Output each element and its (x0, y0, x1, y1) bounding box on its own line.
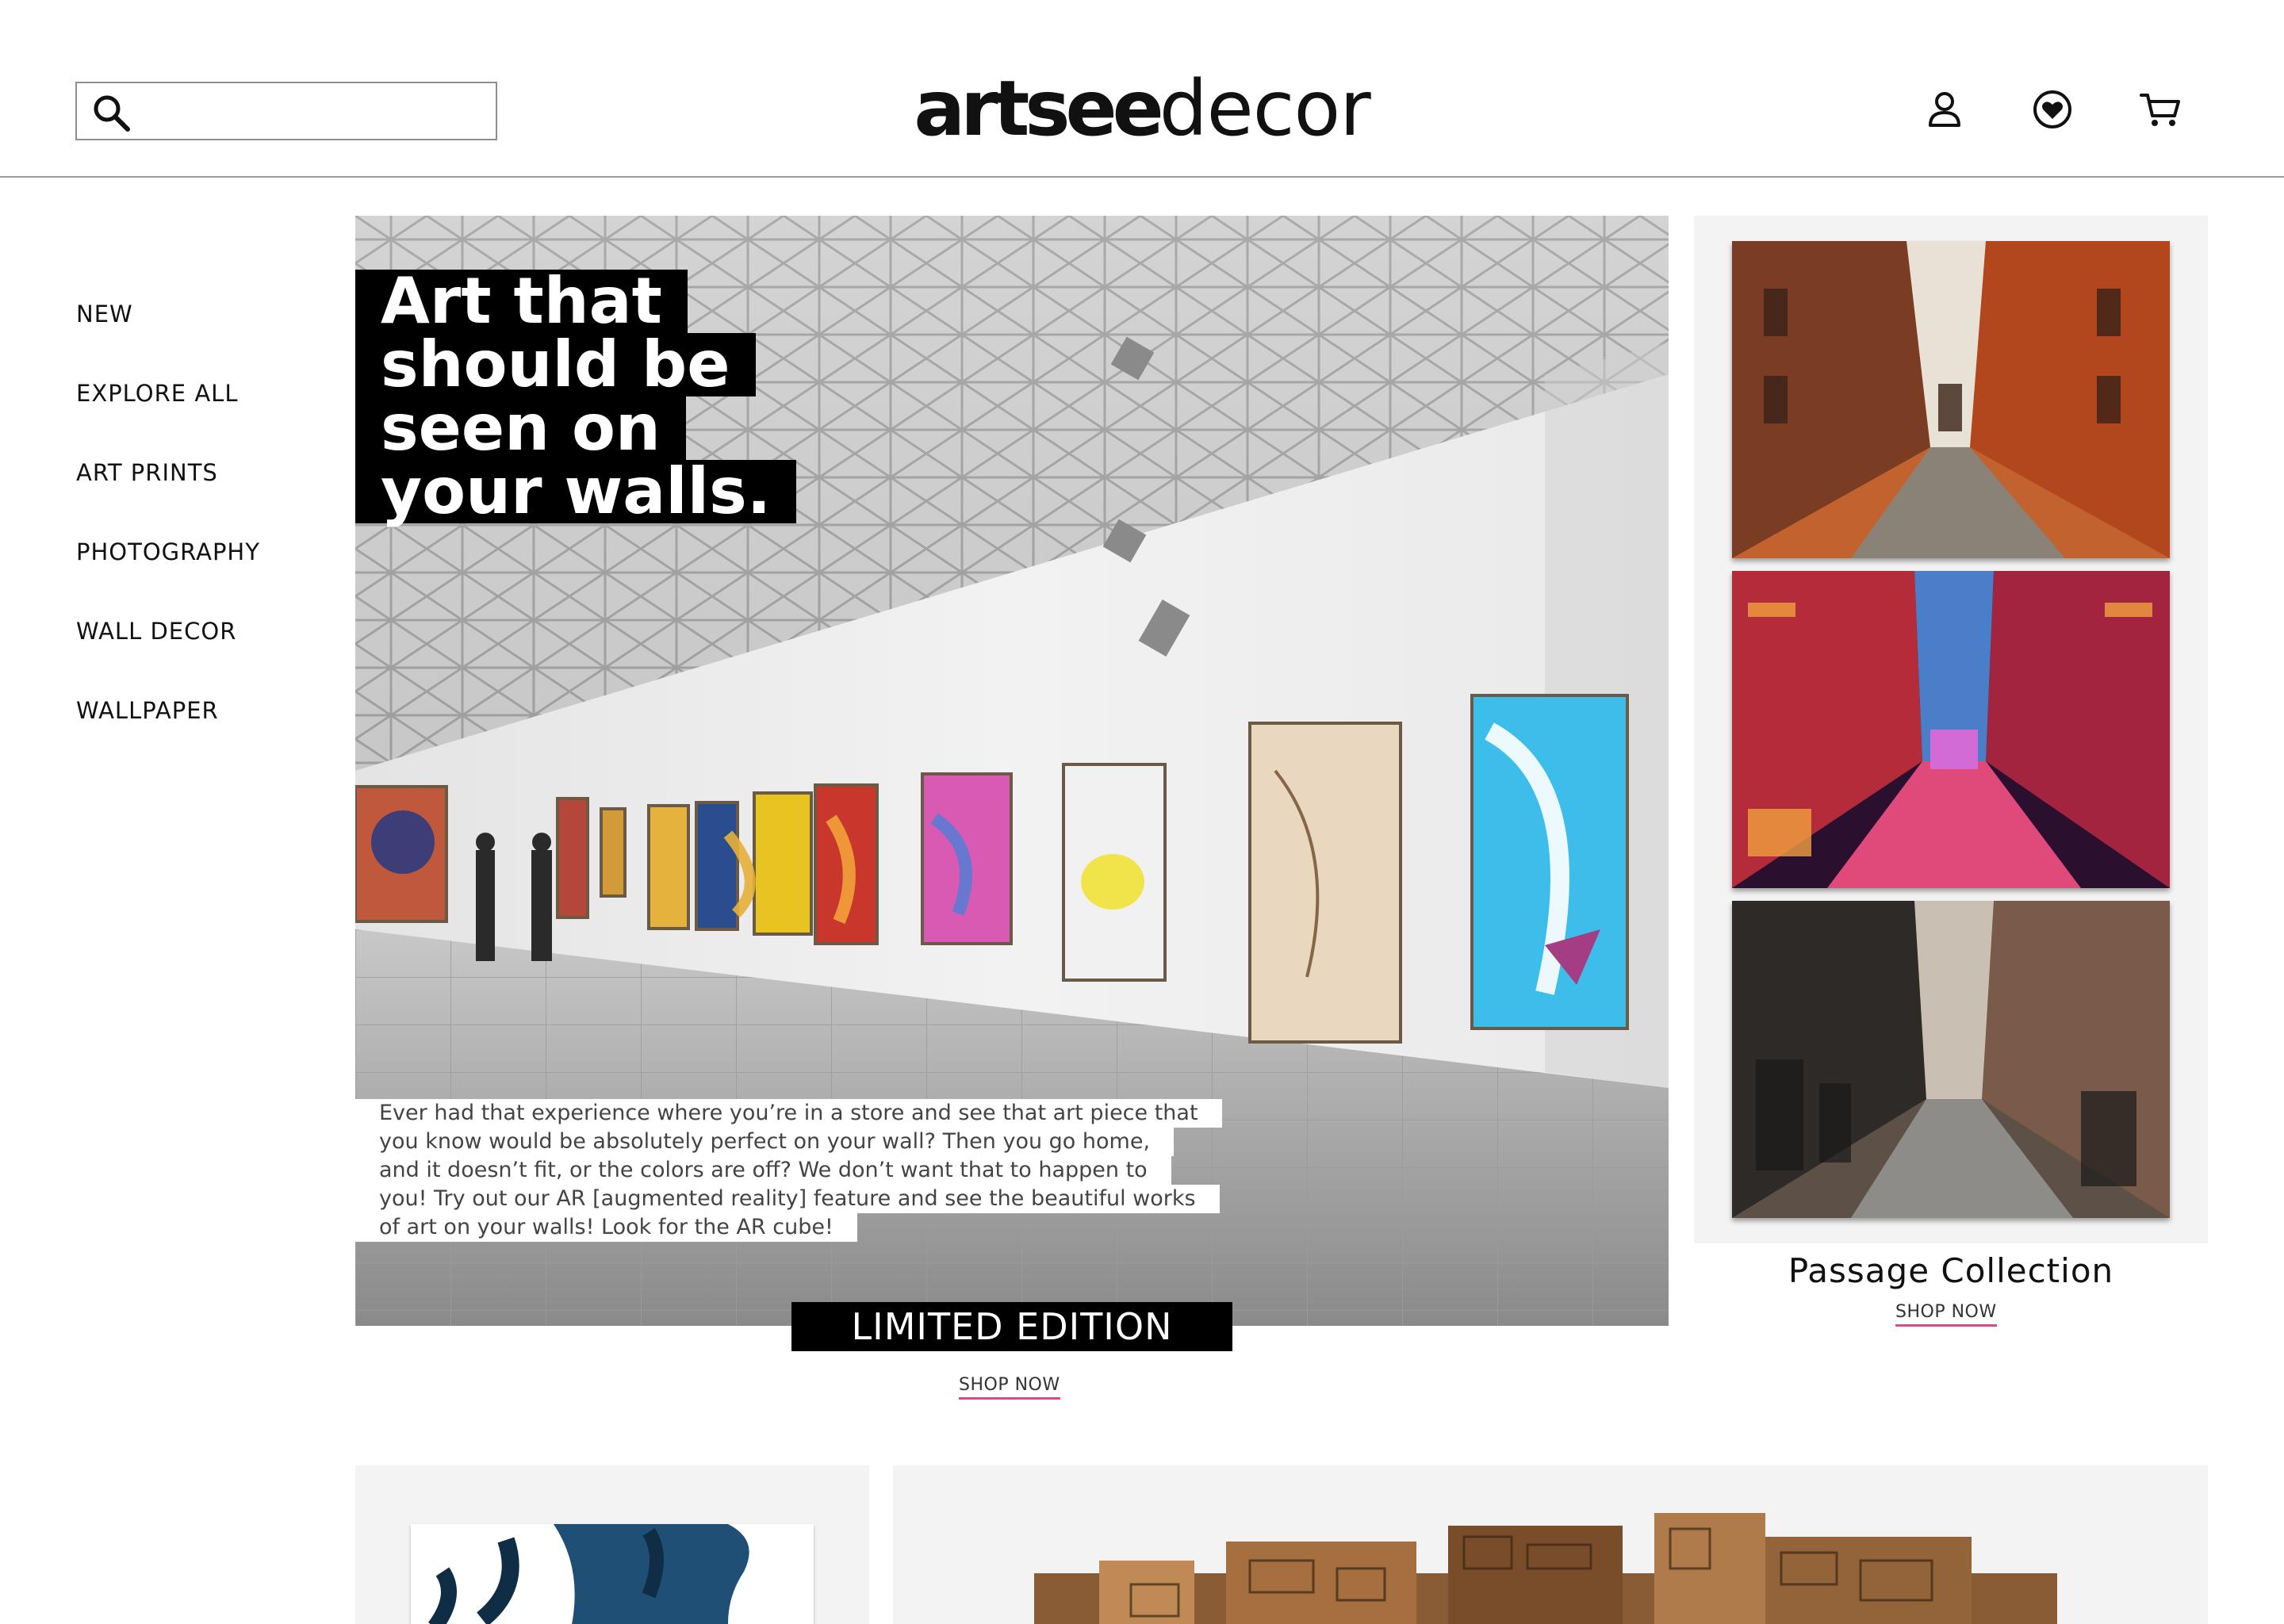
wishlist-icon[interactable] (2030, 87, 2075, 132)
logo-bold-text: artsee (914, 64, 1163, 153)
collection-thumb-brick-alley[interactable] (1732, 901, 2170, 1218)
product-card-abstract[interactable] (355, 1465, 869, 1624)
collection-title: Passage Collection (1788, 1251, 2114, 1290)
product-card-wood-art[interactable] (893, 1465, 2208, 1624)
account-icon[interactable] (1922, 87, 1967, 132)
site-header: artseedecor (0, 0, 2284, 178)
nav-item-wall-decor[interactable]: WALL DECOR (76, 619, 330, 698)
headline-line: Art that (355, 270, 688, 333)
description-line: you know would be absolutely perfect on … (355, 1128, 1175, 1156)
hero-description: Ever had that experience where you’re in… (355, 1099, 1291, 1242)
limited-edition-badge[interactable]: LIMITED EDITION (791, 1302, 1232, 1351)
description-line: of art on your walls! Look for the AR cu… (355, 1213, 857, 1242)
product-image-abstract-blue (411, 1524, 814, 1624)
hero-headline: Art that should be seen on your walls. (355, 270, 797, 523)
nav-item-wallpaper[interactable]: WALLPAPER (76, 698, 330, 777)
cart-icon[interactable] (2138, 87, 2182, 132)
nav-item-new[interactable]: NEW (76, 301, 330, 381)
description-line: Ever had that experience where you’re in… (355, 1099, 1222, 1128)
collection-thumb-orange-alley[interactable] (1732, 241, 2170, 558)
product-image-wood-blocks (1034, 1513, 2057, 1624)
headline-line: seen on (355, 396, 686, 460)
shop-now-link[interactable]: SHOP NOW (959, 1375, 1060, 1400)
nav-item-art-prints[interactable]: ART PRINTS (76, 460, 330, 539)
description-line: and it doesn’t fit, or the colors are of… (355, 1156, 1171, 1185)
passage-collection-panel (1694, 216, 2208, 1243)
nav-item-explore-all[interactable]: EXPLORE ALL (76, 381, 330, 460)
nav-item-photography[interactable]: PHOTOGRAPHY (76, 539, 330, 619)
hero-banner[interactable]: Art that should be seen on your walls. E… (355, 216, 1669, 1326)
headline-line: your walls. (355, 460, 797, 523)
category-nav: NEW EXPLORE ALL ART PRINTS PHOTOGRAPHY W… (76, 301, 330, 777)
description-line: you! Try out our AR [augmented reality] … (355, 1185, 1220, 1213)
collection-thumb-neon-alley[interactable] (1732, 571, 2170, 888)
logo-light-text: decor (1159, 64, 1371, 153)
headline-line: should be (355, 333, 756, 396)
collection-shop-now-link[interactable]: SHOP NOW (1895, 1302, 1997, 1327)
